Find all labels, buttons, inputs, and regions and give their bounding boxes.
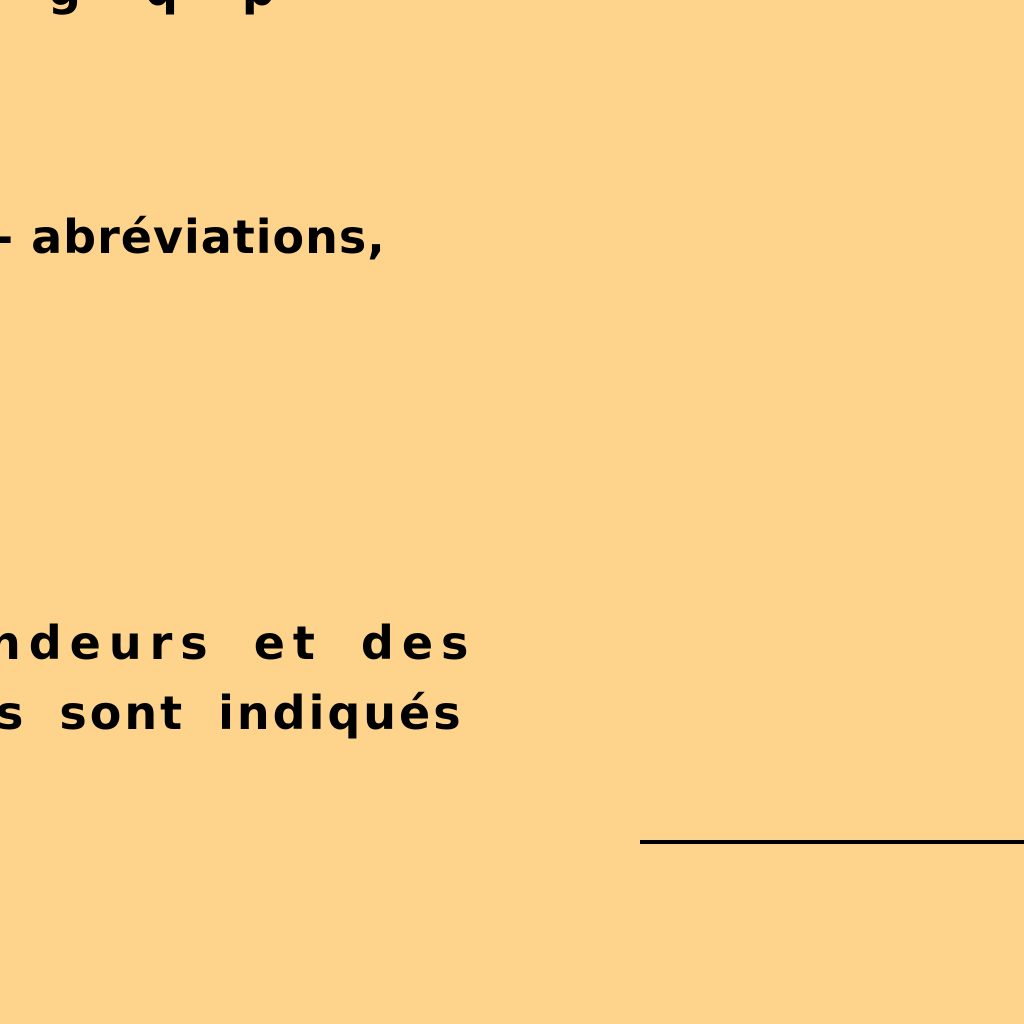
text-line-indiques: s sont indiqués [0,686,464,740]
cropped-text-line-top: g q p [48,0,299,12]
horizontal-rule [640,840,1024,844]
text-line-grandeurs: ndeurs et des [0,616,477,670]
document-page: g q p - abréviations, ndeurs et des s so… [0,0,1024,1024]
text-line-abbreviations: - abréviations, [0,210,386,264]
